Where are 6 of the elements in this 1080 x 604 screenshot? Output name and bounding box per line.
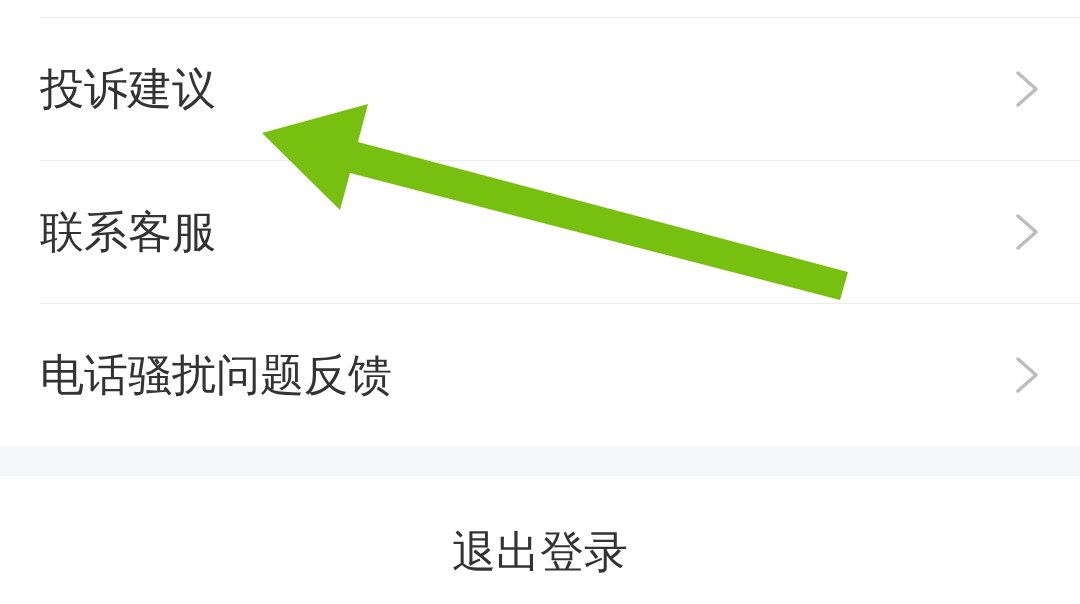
menu-item[interactable]: 联系客服 — [0, 161, 1080, 303]
menu-item[interactable]: 投诉建议 — [0, 18, 1080, 160]
menu-item[interactable]: 电话骚扰问题反馈 — [0, 304, 1080, 446]
chevron-right-icon — [1016, 71, 1038, 107]
chevron-right-icon — [1016, 357, 1038, 393]
chevron-right-icon — [1016, 214, 1038, 250]
